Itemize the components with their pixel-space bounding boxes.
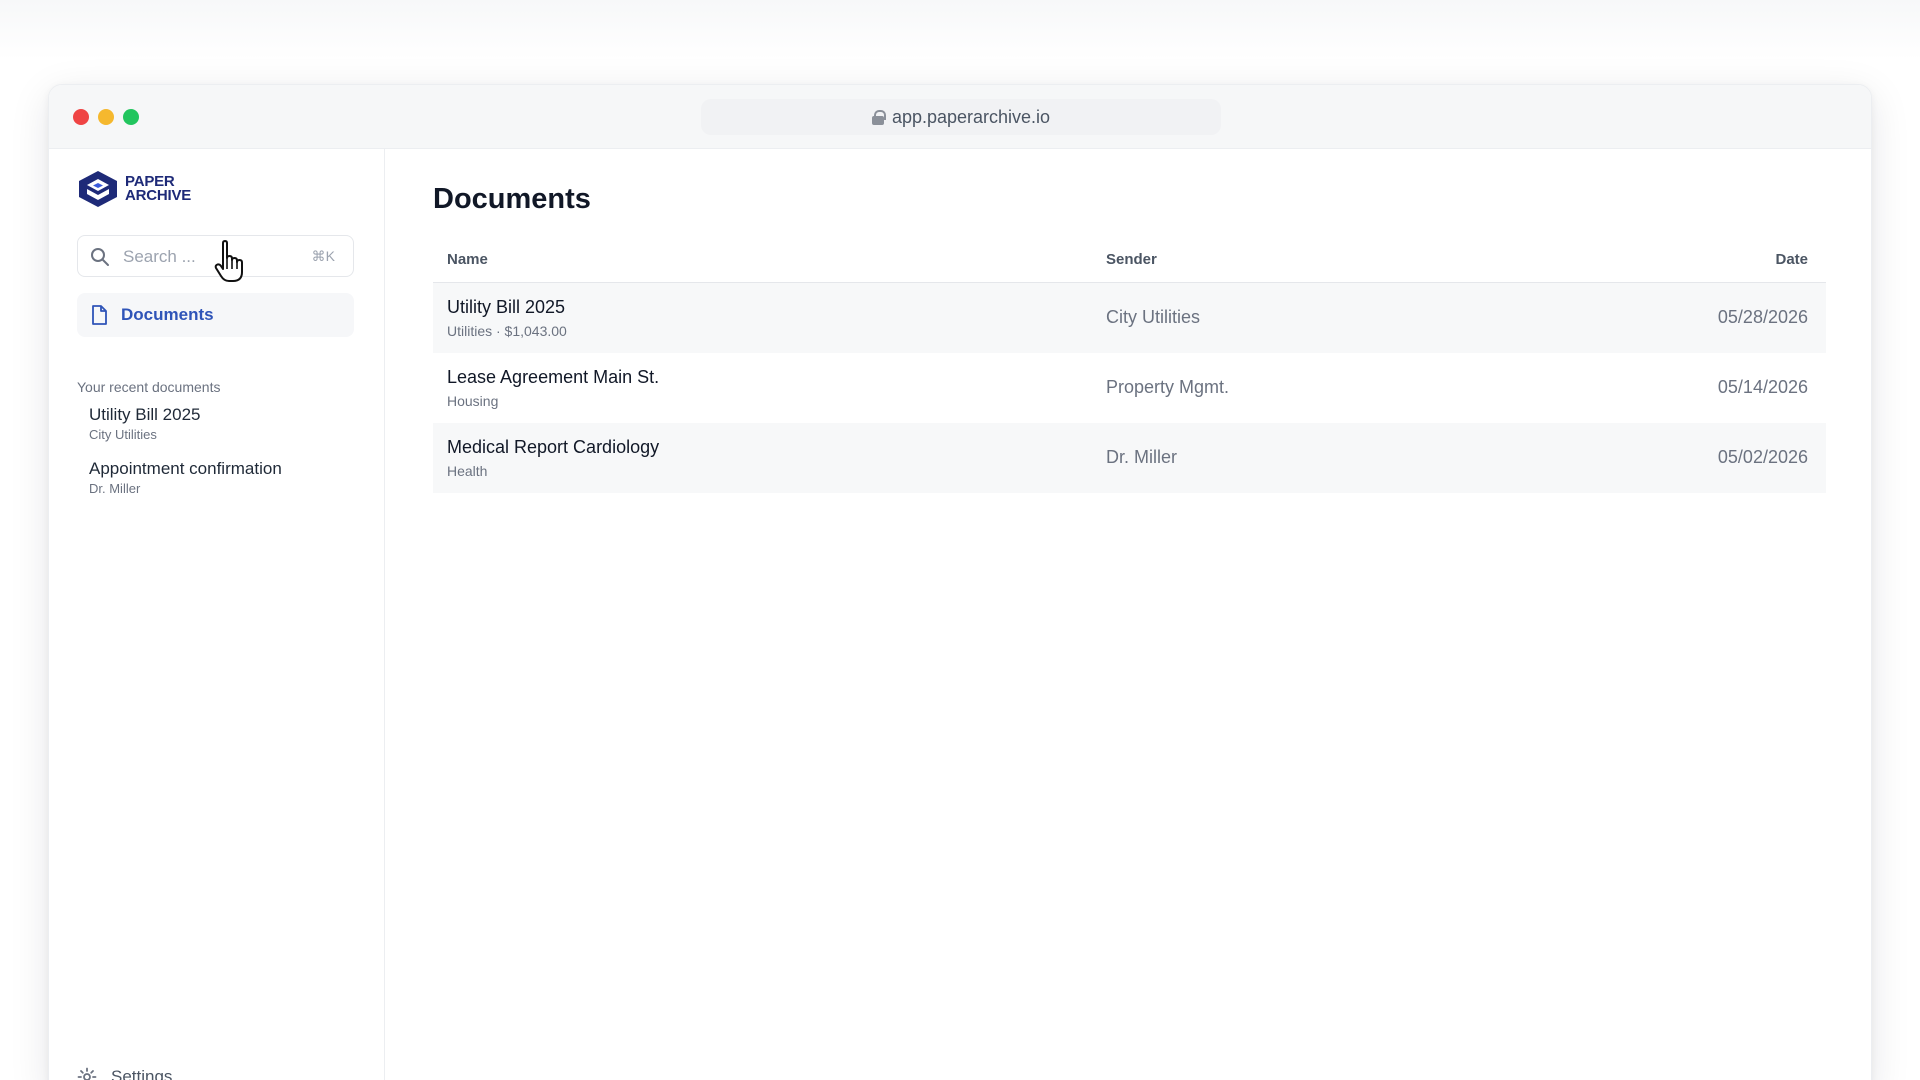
- document-icon: [92, 305, 107, 325]
- logo-wordmark: PAPER ARCHIVE: [125, 174, 192, 204]
- maximize-window-button[interactable]: [123, 109, 139, 125]
- sidebar-item-settings[interactable]: Settings: [77, 1067, 172, 1080]
- search-icon: [91, 248, 109, 266]
- document-date: 05/02/2026: [1717, 447, 1808, 467]
- recent-document-title: Utility Bill 2025: [89, 405, 201, 424]
- minimize-window-button[interactable]: [98, 109, 114, 125]
- column-header-sender[interactable]: Sender: [1106, 251, 1157, 268]
- search-placeholder: Search ...: [123, 247, 196, 266]
- recent-document-item[interactable]: Utility Bill 2025 City Utilities: [89, 405, 201, 442]
- recent-documents-heading: Your recent documents: [77, 379, 221, 395]
- table-row[interactable]: Medical Report Cardiology Health Dr. Mil…: [433, 423, 1826, 493]
- settings-label: Settings: [111, 1067, 173, 1080]
- document-title: Lease Agreement Main St.: [447, 367, 660, 387]
- app-logo[interactable]: PAPER ARCHIVE: [77, 169, 191, 209]
- logo-line-2: ARCHIVE: [125, 187, 192, 204]
- screen: app.paperarchive.io PAPER ARCHIVE Search…: [0, 0, 1920, 1080]
- sidebar: PAPER ARCHIVE Search ... ⌘K Documents Yo…: [49, 149, 385, 1080]
- url-text: app.paperarchive.io: [891, 106, 1051, 127]
- recent-document-title: Appointment confirmation: [89, 459, 282, 478]
- documents-table: Name Sender Date Utility Bill 2025 Utili…: [433, 237, 1826, 493]
- table-row[interactable]: Lease Agreement Main St. Housing Propert…: [433, 353, 1826, 423]
- document-date: 05/14/2026: [1717, 377, 1808, 397]
- page-title: Documents: [433, 183, 591, 215]
- table-row[interactable]: Utility Bill 2025 Utilities · $1,043.00 …: [433, 283, 1826, 353]
- close-window-button[interactable]: [73, 109, 89, 125]
- document-title: Utility Bill 2025: [447, 297, 566, 317]
- recent-document-item[interactable]: Appointment confirmation Dr. Miller: [89, 459, 282, 496]
- document-sender: City Utilities: [1106, 307, 1201, 327]
- sidebar-item-label: Documents: [121, 305, 214, 324]
- table-header: Name Sender Date: [433, 237, 1826, 283]
- document-category: Housing: [447, 393, 499, 409]
- address-bar[interactable]: app.paperarchive.io: [701, 99, 1221, 135]
- document-category: Utilities · $1,043.00: [447, 323, 567, 339]
- browser-titlebar: app.paperarchive.io: [49, 85, 1871, 149]
- gear-icon: [77, 1067, 97, 1080]
- paper-archive-logo-icon: [79, 171, 117, 207]
- document-sender: Dr. Miller: [1106, 447, 1177, 467]
- recent-document-sender: City Utilities: [89, 427, 157, 442]
- column-header-name[interactable]: Name: [447, 251, 488, 268]
- search-input[interactable]: Search ... ⌘K: [77, 235, 354, 277]
- document-category: Health: [447, 463, 488, 479]
- main-content: Documents Name Sender Date Utility Bill …: [385, 149, 1871, 1080]
- recent-document-sender: Dr. Miller: [89, 481, 141, 496]
- column-header-date[interactable]: Date: [1775, 251, 1808, 268]
- sidebar-item-documents[interactable]: Documents: [77, 293, 354, 337]
- keyboard-shortcut-hint: ⌘K: [311, 248, 335, 264]
- document-date: 05/28/2026: [1717, 307, 1808, 327]
- browser-window: app.paperarchive.io PAPER ARCHIVE Search…: [48, 84, 1872, 1080]
- lock-icon: [871, 110, 886, 125]
- document-sender: Property Mgmt.: [1106, 377, 1230, 397]
- document-title: Medical Report Cardiology: [447, 437, 660, 457]
